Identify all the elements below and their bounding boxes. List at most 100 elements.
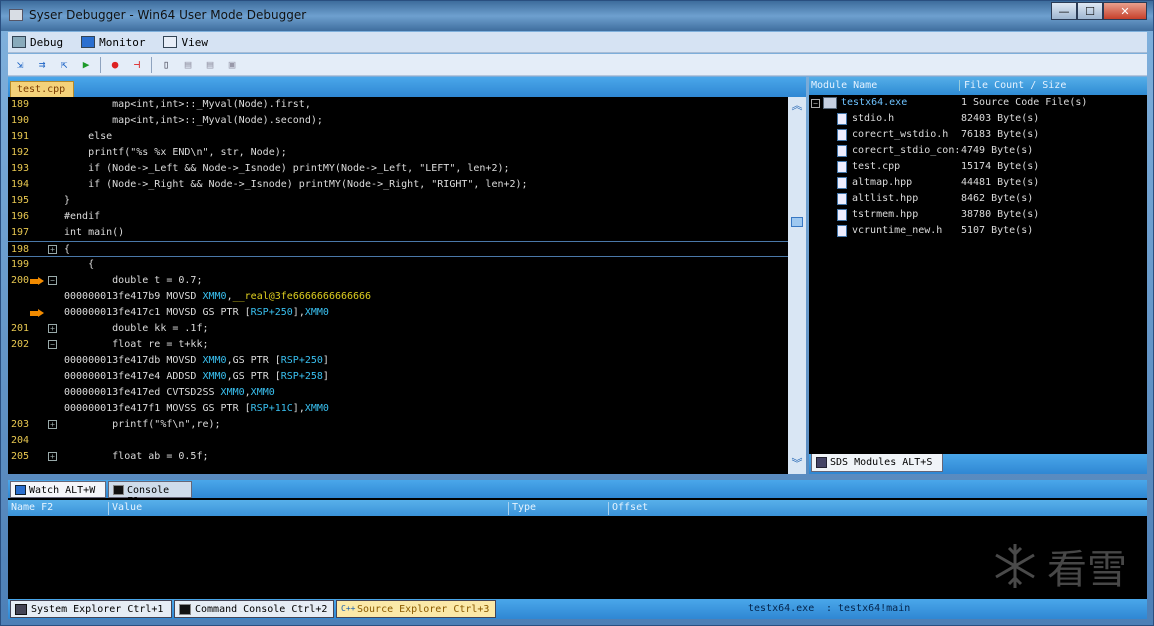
asm-line[interactable]: 000000013fe417ed CVTSD2SS XMM0,XMM0 (8, 385, 788, 401)
expand-icon[interactable]: + (48, 245, 57, 254)
monitor-icon (81, 36, 96, 48)
source-line[interactable]: 201 + double kk = .1f; (8, 321, 788, 337)
file-size: 5107 Byte(s) (961, 225, 1034, 236)
source-line[interactable]: 200− double t = 0.7; (8, 273, 788, 289)
tab-test-cpp[interactable]: test.cpp (10, 81, 74, 97)
file-icon (837, 177, 847, 189)
asm-reg1: XMM0 (202, 291, 227, 302)
source-file-row[interactable]: stdio.h 82403 Byte(s) (809, 111, 1147, 127)
source-file-row[interactable]: tstrmem.hpp 38780 Byte(s) (809, 207, 1147, 223)
asm-line[interactable]: 000000013fe417b9 MOVSD XMM0,__real@3fe66… (8, 289, 788, 305)
expand-icon[interactable]: + (48, 420, 57, 429)
source-line[interactable]: 199 { (8, 257, 788, 273)
file-size: 15174 Byte(s) (961, 161, 1040, 172)
sds-modules-icon (816, 457, 827, 468)
tab-command-console-label: Command Console Ctrl+2 (195, 604, 328, 615)
menu-bar: Debug Monitor View (8, 32, 1147, 53)
source-line[interactable]: 195} (8, 193, 788, 209)
source-line[interactable]: 198 + { (8, 241, 788, 257)
col-module-name[interactable]: Module Name (811, 80, 877, 91)
source-vertical-scrollbar[interactable]: ︽ ︾ (788, 97, 806, 474)
source-file-row[interactable]: corecrt_wstdio.h 76183 Byte(s) (809, 127, 1147, 143)
source-line[interactable]: 191 else (8, 129, 788, 145)
close-button[interactable]: ✕ (1103, 2, 1147, 20)
source-line[interactable]: 189 map<int,int>::_Myval(Node).first, (8, 97, 788, 113)
source-code-view[interactable]: 189 map<int,int>::_Myval(Node).first, 190… (8, 97, 788, 474)
maximize-button[interactable]: ☐ (1077, 2, 1103, 20)
collapse-icon[interactable]: − (48, 276, 57, 285)
col-file-count-size[interactable]: File Count / Size (959, 80, 1066, 91)
asm-line[interactable]: 000000013fe417e4 ADDSD XMM0,GS PTR [RSP+… (8, 369, 788, 385)
source-line[interactable]: 193 if (Node->_Left && Node->_Isnode) pr… (8, 161, 788, 177)
source-line[interactable]: 197 int main() (8, 225, 788, 241)
source-file-row[interactable]: corecrt_stdio_con: 4749 Byte(s) (809, 143, 1147, 159)
step-over-icon[interactable]: ⇉ (34, 57, 50, 73)
file-name: altmap.hpp (852, 177, 913, 188)
execution-arrow-icon (30, 309, 44, 318)
source-file-row[interactable]: vcruntime_new.h 5107 Byte(s) (809, 223, 1147, 239)
module-name: testx64.exe (841, 97, 908, 108)
expand-icon[interactable]: + (48, 324, 57, 333)
menu-view[interactable]: View (163, 36, 208, 49)
tab-sds-modules[interactable]: SDS Modules ALT+S (811, 454, 943, 472)
modules-header: Module Name File Count / Size (809, 77, 1147, 95)
source-file-row[interactable]: test.cpp 15174 Byte(s) (809, 159, 1147, 175)
tab-source-explorer[interactable]: C++ Source Explorer Ctrl+3 (336, 600, 496, 618)
col-name[interactable]: Name F2 (8, 502, 53, 515)
menu-debug[interactable]: Debug (12, 36, 63, 49)
step-out-icon[interactable]: ⇱ (56, 57, 72, 73)
window-title: Syser Debugger - Win64 User Mode Debugge… (29, 8, 307, 22)
col-type[interactable]: Type (508, 502, 536, 515)
source-line[interactable]: 194 if (Node->_Right && Node->_Isnode) p… (8, 177, 788, 193)
asm-reg2: RSP+250 (280, 355, 323, 366)
tab-watch[interactable]: Watch ALT+W (10, 481, 106, 498)
asm-line[interactable]: 000000013fe417c1 MOVSD GS PTR [RSP+250],… (8, 305, 788, 321)
minimize-button[interactable]: — (1051, 2, 1077, 20)
line-number: 205 (11, 451, 30, 462)
module-root-row[interactable]: − testx64.exe 1 Source Code File(s) (809, 95, 1147, 111)
source-line[interactable]: 202 − float re = t+kk; (8, 337, 788, 353)
source-line[interactable]: 205 + float ab = 0.5f; (8, 449, 788, 465)
modules-pane: Module Name File Count / Size − testx64.… (809, 77, 1147, 474)
source-line[interactable]: 190 map<int,int>::_Myval(Node).second); (8, 113, 788, 129)
source-line[interactable]: 204 (8, 433, 788, 449)
source-code: printf("%f\n",re); (64, 419, 221, 430)
file-size: 76183 Byte(s) (961, 129, 1040, 140)
collapse-icon[interactable]: − (48, 340, 57, 349)
tab-system-explorer[interactable]: System Explorer Ctrl+1 (10, 600, 172, 618)
source-file-row[interactable]: altmap.hpp 44481 Byte(s) (809, 175, 1147, 191)
col-offset[interactable]: Offset (608, 502, 648, 515)
bookmark-next-icon[interactable]: ▤ (202, 57, 218, 73)
tab-console[interactable]: Console F1 (108, 481, 192, 507)
step-into-icon[interactable]: ⇲ (12, 57, 28, 73)
menu-monitor[interactable]: Monitor (81, 36, 145, 49)
scroll-down-icon[interactable]: ︾ (789, 457, 805, 471)
asm-addr: 000000013fe417f1 MOVSS GS PTR [ (64, 403, 251, 414)
line-number: 197 (11, 227, 30, 238)
source-code: else (64, 131, 113, 142)
col-value[interactable]: Value (108, 502, 142, 515)
breakpoint-icon[interactable]: ● (107, 57, 123, 73)
scroll-thumb[interactable] (791, 217, 803, 227)
toolbar-separator (151, 56, 152, 73)
source-line[interactable]: 196 #endif (8, 209, 788, 225)
asm-line[interactable]: 000000013fe417db MOVSD XMM0,GS PTR [RSP+… (8, 353, 788, 369)
file-size: 82403 Byte(s) (961, 113, 1040, 124)
asm-reg2: XMM0 (304, 403, 329, 414)
new-page-icon[interactable]: ▯ (158, 57, 174, 73)
source-file-row[interactable]: altlist.hpp 8462 Byte(s) (809, 191, 1147, 207)
source-explorer-icon: C++ (341, 604, 356, 613)
expand-icon[interactable]: + (48, 452, 57, 461)
bookmark-prev-icon[interactable]: ▤ (180, 57, 196, 73)
collapse-icon[interactable]: − (811, 99, 820, 108)
run-icon[interactable]: ▶ (78, 57, 94, 73)
source-line[interactable]: 192 printf("%s %x END\n", str, Node); (8, 145, 788, 161)
asm-line[interactable]: 000000013fe417f1 MOVSS GS PTR [RSP+11C],… (8, 401, 788, 417)
file-name: test.cpp (852, 161, 901, 172)
bookmark-clear-icon[interactable]: ▣ (224, 57, 240, 73)
source-line[interactable]: 203 + printf("%f\n",re); (8, 417, 788, 433)
file-name: tstrmem.hpp (852, 209, 919, 220)
scroll-up-icon[interactable]: ︽ (789, 99, 805, 113)
toggle-breakpoint-icon[interactable]: ⊣ (129, 57, 145, 73)
tab-command-console[interactable]: Command Console Ctrl+2 (174, 600, 334, 618)
